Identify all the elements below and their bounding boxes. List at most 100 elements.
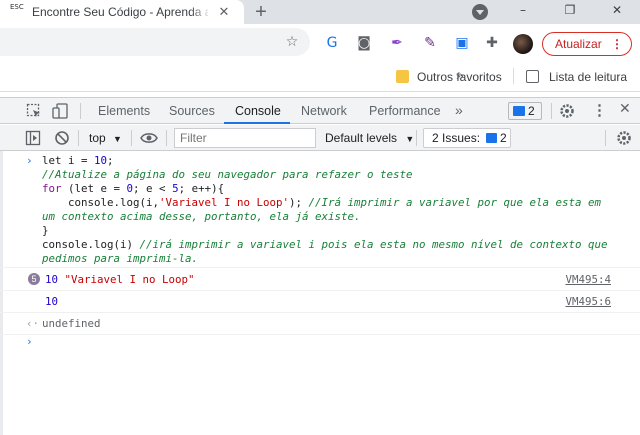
more-tabs-chevron-icon[interactable]: » [455, 102, 463, 118]
console-return-row: ‹· undefined [0, 313, 640, 335]
tab-sources[interactable]: Sources [169, 104, 215, 118]
translate-icon[interactable]: G [322, 33, 342, 53]
live-expression-eye-icon[interactable] [140, 131, 158, 145]
tab-title: Encontre Seu Código - Aprenda a Programa… [32, 5, 208, 19]
toolbar-divider [605, 130, 606, 146]
maximize-button[interactable]: ❐ [547, 0, 593, 24]
source-link[interactable]: VM495:6 [565, 295, 611, 308]
active-tab-indicator [224, 122, 290, 124]
code-line: for (let e = 0; e < 5; e++){ [42, 182, 224, 196]
code-token: console.log(i, [42, 196, 160, 209]
toolbar-divider [80, 103, 81, 119]
code-token: 10 [94, 154, 108, 167]
browser-toolbar: ☆ G ◙ ✒ ✎ ▣ ✚ Atualizar ⋮ [0, 24, 640, 62]
reading-list-link[interactable]: Lista de leitura [549, 70, 627, 84]
pen-extension-icon[interactable]: ✒ [387, 33, 407, 53]
code-line: //Atualize a página do seu navegador par… [42, 168, 413, 182]
code-token: } [42, 224, 49, 237]
close-devtools-icon[interactable]: ✕ [619, 101, 631, 117]
tab-performance[interactable]: Performance [369, 104, 441, 118]
code-token: for [42, 182, 62, 195]
code-token: 'Variavel I no Loop' [159, 196, 290, 209]
bookmarks-bar: Outros favoritos » Lista de leitura [0, 62, 640, 92]
code-line: } [42, 224, 49, 238]
issues-count: 2 [500, 131, 507, 145]
issues-badge[interactable]: 2 [508, 102, 542, 120]
return-value: undefined [42, 317, 101, 330]
code-token: pedimos para imprimi-la. [42, 252, 199, 265]
reading-list-icon [526, 70, 539, 83]
toolbar-divider [416, 130, 417, 146]
log-value-number: 10 [45, 273, 59, 286]
console-input-entry: › let i = 10;//Atualize a página do seu … [0, 151, 640, 268]
close-window-button[interactable]: ✕ [594, 0, 640, 24]
code-token: //Atualize a página do seu navegador par… [42, 168, 413, 181]
code-token: //Irá imprimir a variavel por que ela es… [308, 196, 602, 209]
log-value-number: 10 [45, 295, 59, 308]
code-line: um contexto acima desse, portanto, ela j… [42, 210, 361, 224]
color-picker-extension-icon[interactable]: ✎ [420, 33, 440, 53]
console-settings-gear-icon[interactable] [616, 130, 632, 146]
tab-console[interactable]: Console [235, 104, 281, 118]
code-token: ); [289, 196, 309, 209]
browser-tab-strip: ESC Encontre Seu Código - Aprenda a Prog… [0, 0, 640, 24]
code-line: let i = 10; [42, 154, 114, 168]
inspect-element-icon[interactable] [26, 103, 42, 119]
return-arrow-icon: ‹· [26, 317, 40, 330]
new-tab-button[interactable]: + [250, 1, 272, 23]
filter-input[interactable] [174, 128, 316, 148]
console-panel[interactable]: › let i = 10;//Atualize a página do seu … [0, 151, 640, 435]
issue-message-icon [513, 106, 525, 116]
devtools-menu-icon[interactable]: ⋮ [592, 101, 607, 119]
log-value-string: "Variavel I no Loop" [64, 273, 195, 286]
log-levels-dropdown[interactable]: Default levels ▼ [325, 131, 414, 145]
more-bookmarks-chevron-icon[interactable]: » [456, 67, 464, 83]
issues-badge-count: 2 [528, 104, 535, 118]
settings-gear-icon[interactable] [559, 103, 575, 119]
clear-console-icon[interactable] [54, 130, 70, 146]
minimize-button[interactable]: – [500, 0, 546, 24]
profile-avatar[interactable] [513, 34, 533, 54]
console-log-row: 5 10 "Variavel I no Loop" VM495:4 [0, 269, 640, 291]
issues-button[interactable]: 2 Issues: 2 [423, 128, 511, 148]
context-selector[interactable]: top ▼ [89, 131, 122, 145]
code-token: let i = [42, 154, 95, 167]
address-bar[interactable]: ☆ [0, 28, 310, 56]
code-token: //irá imprimir a variavel i pois ela est… [139, 238, 608, 251]
input-prompt-chevron-icon: › [26, 154, 33, 167]
screen-extension-icon[interactable]: ▣ [452, 33, 472, 53]
close-tab-icon[interactable]: ✕ [216, 4, 232, 20]
camera-extension-icon[interactable]: ◙ [354, 33, 374, 53]
tab-title-fade [190, 2, 212, 22]
devtools-tab-bar: Elements Sources Console Network Perform… [0, 97, 640, 124]
browser-tab[interactable]: ESC Encontre Seu Código - Aprenda a Prog… [0, 0, 244, 24]
context-label: top [89, 131, 106, 145]
device-toolbar-icon[interactable] [52, 102, 70, 120]
issue-message-icon [486, 133, 498, 143]
extensions-puzzle-icon[interactable]: ✚ [482, 33, 502, 53]
log-message: 10 [45, 295, 58, 308]
source-link[interactable]: VM495:4 [565, 273, 611, 286]
tab-elements[interactable]: Elements [98, 104, 150, 118]
browser-menu-icon[interactable]: ⋮ [611, 33, 623, 55]
code-line: console.log(i,'Variavel I no Loop'); //I… [42, 196, 601, 210]
dropdown-arrow-icon: ▼ [405, 134, 415, 144]
tab-search-icon[interactable] [472, 4, 488, 20]
toolbar-divider [166, 130, 167, 146]
console-log-row: 10 VM495:6 [0, 291, 640, 313]
code-token: (let e = [61, 182, 127, 195]
site-favicon-icon: ESC [10, 3, 24, 11]
bookmarks-divider [513, 68, 514, 84]
update-button[interactable]: Atualizar ⋮ [542, 32, 632, 56]
log-message: 10 "Variavel I no Loop" [45, 273, 195, 286]
toolbar-divider [551, 103, 552, 119]
show-sidebar-icon[interactable] [25, 130, 41, 146]
log-levels-label: Default levels [325, 131, 398, 145]
toolbar-divider [78, 130, 79, 146]
tab-network[interactable]: Network [301, 104, 347, 118]
code-token: ; e++){ [178, 182, 225, 195]
issues-label: 2 Issues: [432, 131, 481, 145]
bookmark-star-icon[interactable]: ☆ [282, 32, 302, 52]
folder-icon [396, 70, 409, 83]
next-prompt-chevron-icon[interactable]: › [26, 335, 33, 348]
